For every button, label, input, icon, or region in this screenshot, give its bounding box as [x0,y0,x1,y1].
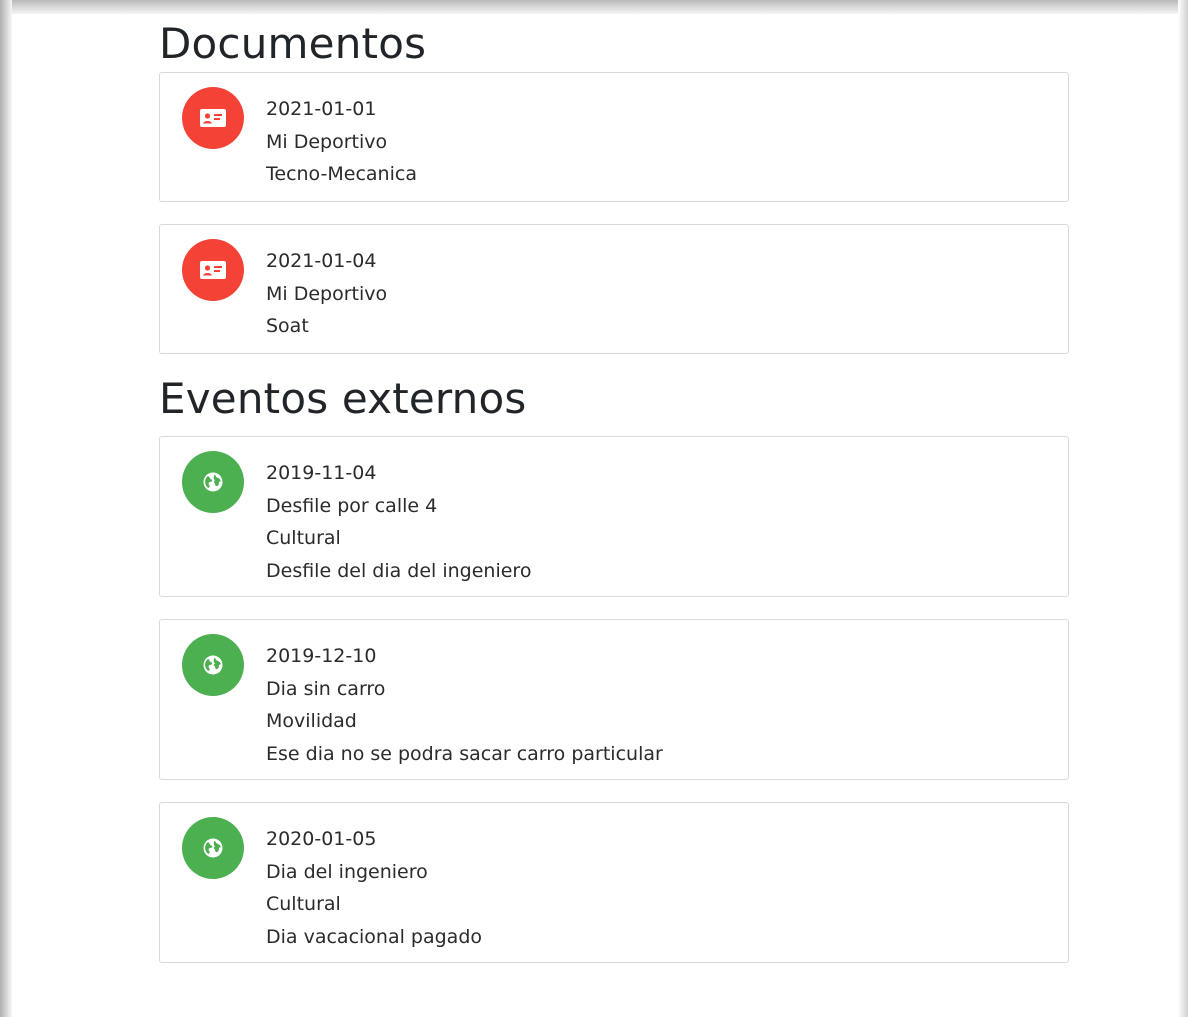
external-events-section: Eventos externos 2019-11-04 Desfile por … [159,376,1069,963]
document-type: Soat [266,315,309,337]
document-vehicle: Mi Deportivo [266,130,388,153]
event-category: Cultural [266,527,341,549]
id-card-icon [182,87,244,149]
document-vehicle: Mi Deportivo [266,282,388,305]
event-category: Cultural [266,893,341,915]
documents-heading: Documentos [159,19,427,68]
event-name: Dia del ingeniero [266,860,428,883]
event-name: Dia sin carro [266,677,386,700]
documents-section: Documentos 2021-01-01 Mi Deportivo Tecno… [159,14,1069,354]
document-type: Tecno-Mecanica [266,163,417,185]
event-card[interactable]: 2019-11-04 Desfile por calle 4 Cultural … [159,436,1069,597]
main-content: Documentos 2021-01-01 Mi Deportivo Tecno… [159,14,1069,985]
events-heading: Eventos externos [159,374,527,423]
globe-icon [182,817,244,879]
id-card-icon [182,239,244,301]
window-frame-top [0,0,1188,14]
event-date: 2020-01-05 [266,828,377,850]
event-date: 2019-11-04 [266,462,377,484]
document-date: 2021-01-04 [266,250,377,272]
event-date: 2019-12-10 [266,645,377,667]
globe-icon [182,451,244,513]
document-card[interactable]: 2021-01-04 Mi Deportivo Soat [159,224,1069,354]
event-card[interactable]: 2019-12-10 Dia sin carro Movilidad Ese d… [159,619,1069,780]
event-description: Ese dia no se podra sacar carro particul… [266,742,663,765]
document-card[interactable]: 2021-01-01 Mi Deportivo Tecno-Mecanica [159,72,1069,202]
document-date: 2021-01-01 [266,98,377,120]
event-description: Dia vacacional pagado [266,925,483,948]
event-description: Desfile del dia del ingeniero [266,559,532,582]
event-name: Desfile por calle 4 [266,494,438,517]
window-frame-left [0,0,12,1017]
event-category: Movilidad [266,710,357,732]
window-frame-right [1178,0,1188,1017]
globe-icon [182,634,244,696]
event-card[interactable]: 2020-01-05 Dia del ingeniero Cultural Di… [159,802,1069,963]
